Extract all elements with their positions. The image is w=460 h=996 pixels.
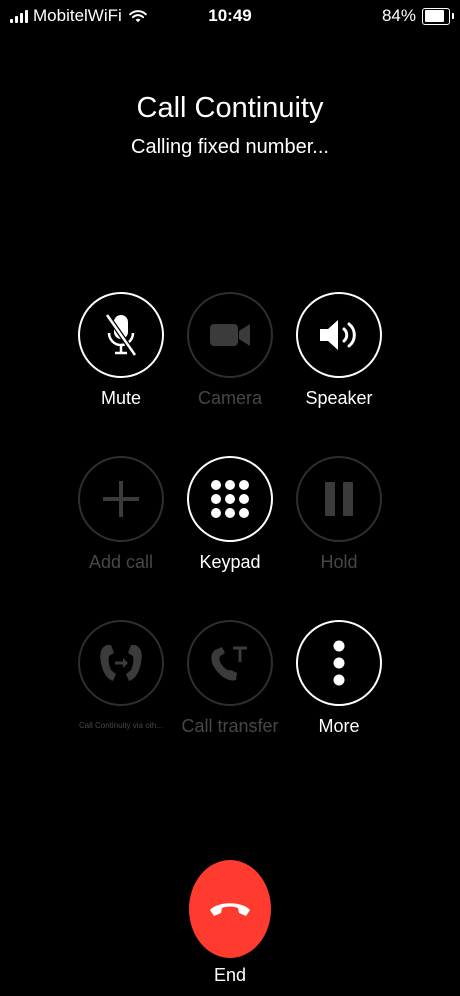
mute-circle[interactable] xyxy=(78,292,164,378)
mic-off-icon xyxy=(104,313,138,357)
video-camera-icon xyxy=(210,324,250,346)
call-transfer-circle[interactable] xyxy=(187,620,273,706)
battery-percentage: 84% xyxy=(381,6,416,25)
hold-button[interactable]: Hold xyxy=(269,456,409,573)
add-call-circle[interactable] xyxy=(78,456,164,542)
status-right: 84% xyxy=(381,6,454,26)
more-circle[interactable] xyxy=(296,620,382,706)
speaker-label: Speaker xyxy=(305,388,373,408)
speaker-circle[interactable] xyxy=(296,292,382,378)
status-bar: MobitelWiFi 10:49 84% xyxy=(0,0,460,34)
call-screen: MobitelWiFi 10:49 84% Call Continuity Ca… xyxy=(0,0,460,996)
call-transfer-icon xyxy=(211,646,247,681)
speaker-icon xyxy=(320,320,356,350)
hold-circle[interactable] xyxy=(296,456,382,542)
end-call-label: End xyxy=(213,965,247,985)
call-handoff-icon xyxy=(100,645,142,681)
battery-fill xyxy=(424,10,444,22)
keypad-circle[interactable] xyxy=(187,456,273,542)
hang-up-icon xyxy=(210,903,250,916)
battery-icon xyxy=(422,7,454,25)
more-label: More xyxy=(318,716,360,736)
pause-icon xyxy=(325,482,353,516)
more-button[interactable]: More xyxy=(269,620,409,737)
call-title: Call Continuity xyxy=(136,92,324,124)
camera-circle[interactable] xyxy=(187,292,273,378)
end-call-button[interactable]: End xyxy=(180,860,280,986)
speaker-button[interactable]: Speaker xyxy=(269,292,409,409)
keypad-icon xyxy=(211,480,249,518)
more-vertical-icon xyxy=(333,640,345,686)
call-status: Calling fixed number... xyxy=(131,136,329,158)
hold-label: Hold xyxy=(320,552,358,572)
end-call-circle[interactable] xyxy=(189,860,271,958)
call-continuity-circle[interactable] xyxy=(78,620,164,706)
plus-icon xyxy=(103,481,139,517)
